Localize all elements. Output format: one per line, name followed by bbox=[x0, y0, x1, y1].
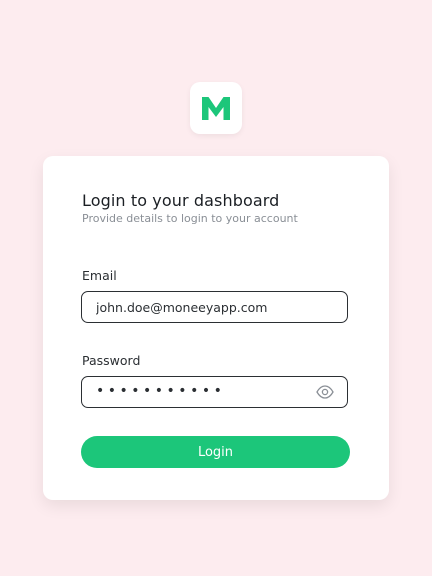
password-value: ••••••••••• bbox=[96, 384, 226, 398]
login-title: Login to your dashboard bbox=[82, 191, 280, 210]
show-password-toggle[interactable] bbox=[315, 382, 335, 402]
password-label: Password bbox=[82, 353, 141, 368]
eye-icon bbox=[316, 385, 334, 399]
password-field[interactable]: ••••••••••• bbox=[81, 376, 348, 408]
email-field[interactable]: john.doe@moneeyapp.com bbox=[81, 291, 348, 323]
email-label: Email bbox=[82, 268, 117, 283]
login-card: Login to your dashboard Provide details … bbox=[43, 156, 389, 500]
app-logo bbox=[190, 82, 242, 134]
login-button[interactable]: Login bbox=[81, 436, 350, 468]
email-value: john.doe@moneeyapp.com bbox=[96, 299, 268, 315]
m-logo-icon bbox=[202, 97, 230, 120]
login-subtitle: Provide details to login to your account bbox=[82, 212, 298, 225]
